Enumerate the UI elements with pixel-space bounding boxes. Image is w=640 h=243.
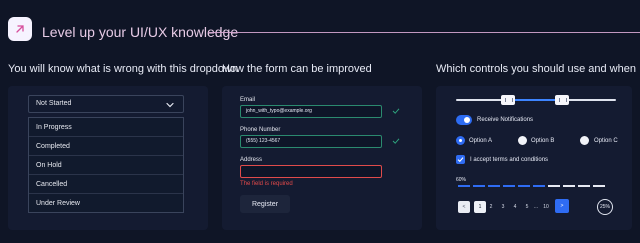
toggle-knob	[464, 117, 470, 123]
radio-option-c[interactable]	[580, 136, 589, 145]
progress-segment	[458, 185, 470, 187]
progress-segment	[518, 185, 530, 187]
pagination-page[interactable]: 3	[497, 201, 509, 213]
phone-value: (555) 123-4567	[246, 138, 281, 144]
notifications-toggle[interactable]	[456, 115, 472, 125]
arrow-up-right-icon	[8, 17, 32, 41]
page-header: Level up your UI/UX knowledge	[0, 14, 640, 54]
circular-progress-label: 25%	[599, 204, 610, 210]
email-field[interactable]: john_with_typo@example.org	[240, 105, 382, 118]
range-slider-max-handle[interactable]	[555, 95, 569, 105]
header-divider	[208, 32, 640, 33]
chevron-down-icon	[166, 102, 174, 108]
progress-percentage: 60%	[456, 177, 467, 183]
circular-progress: 25%	[597, 199, 613, 215]
email-label: Email	[240, 97, 256, 103]
dropdown-option[interactable]: Completed	[29, 137, 183, 156]
terms-checkbox[interactable]	[456, 155, 465, 164]
range-slider-min-handle[interactable]	[501, 95, 515, 105]
checkmark-icon	[392, 138, 400, 144]
pagination-next-button[interactable]: >	[555, 199, 569, 213]
checkbox-label: I accept terms and conditions	[470, 157, 549, 163]
progress-segment	[593, 185, 605, 187]
form-section-title: How the form can be improved	[222, 63, 372, 75]
dropdown-selected-value: Not Started	[36, 100, 72, 107]
checkmark-icon	[392, 108, 400, 114]
controls-section-title: Which controls you should use and when	[436, 63, 636, 75]
phone-field[interactable]: (555) 123-4567	[240, 135, 382, 148]
address-label: Address	[240, 157, 263, 163]
check-icon	[457, 157, 464, 163]
progress-segment	[548, 185, 560, 187]
progress-segment	[473, 185, 485, 187]
radio-label: Option A	[469, 138, 493, 144]
dropdown-menu: In Progress Completed On Hold Cancelled …	[28, 117, 184, 213]
pagination-page[interactable]: 10	[540, 201, 552, 213]
progress-segment	[533, 185, 545, 187]
toggle-label: Receive Notifications	[477, 117, 534, 123]
progress-segment	[488, 185, 500, 187]
dropdown-option[interactable]: On Hold	[29, 156, 183, 175]
dropdown-option[interactable]: Under Review	[29, 194, 183, 213]
radio-option-a[interactable]	[456, 136, 465, 145]
phone-label: Phone Number	[240, 127, 281, 133]
pagination-prev-button[interactable]: <	[458, 201, 470, 213]
register-button[interactable]: Register	[240, 195, 290, 213]
dropdown-option[interactable]: Cancelled	[29, 175, 183, 194]
radio-label: Option C	[594, 138, 618, 144]
email-value: john_with_typo@example.org	[246, 108, 312, 114]
dropdown-section-title: You will know what is wrong with this dr…	[8, 63, 239, 75]
status-dropdown[interactable]: Not Started	[28, 95, 184, 113]
pagination-page[interactable]: 2	[485, 201, 497, 213]
address-field[interactable]	[240, 165, 382, 178]
dropdown-option[interactable]: In Progress	[29, 118, 183, 137]
progress-segment	[503, 185, 515, 187]
progress-segment	[563, 185, 575, 187]
progress-segment	[578, 185, 590, 187]
address-error-message: The field is required	[240, 181, 293, 187]
range-slider-fill	[508, 99, 562, 101]
pagination-page[interactable]: 4	[509, 201, 521, 213]
radio-option-b[interactable]	[518, 136, 527, 145]
radio-label: Option B	[531, 138, 555, 144]
